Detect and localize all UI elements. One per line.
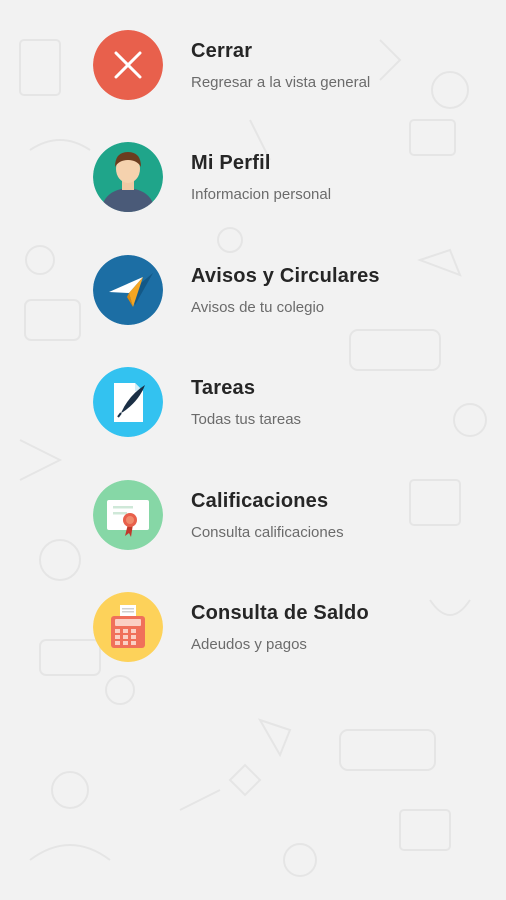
- menu-item-cerrar[interactable]: Cerrar Regresar a la vista general: [0, 30, 506, 130]
- certificate-icon: [93, 480, 163, 550]
- menu-item-consulta-saldo[interactable]: Consulta de Saldo Adeudos y pagos: [0, 592, 506, 692]
- close-icon: [93, 30, 163, 100]
- menu-item-subtitle: Regresar a la vista general: [191, 74, 371, 91]
- menu-item-title: Consulta de Saldo: [191, 602, 369, 624]
- menu-item-subtitle: Consulta calificaciones: [191, 524, 344, 541]
- menu-item-title: Tareas: [191, 377, 256, 399]
- user-profile-icon: [93, 142, 163, 212]
- menu-item-subtitle: Avisos de tu colegio: [191, 299, 325, 316]
- menu-item-mi-perfil[interactable]: Mi Perfil Informacion personal: [0, 142, 506, 242]
- menu-item-title: Avisos y Circulares: [191, 265, 380, 287]
- menu-item-subtitle: Todas tus tareas: [191, 411, 302, 428]
- navigation-menu: Cerrar Regresar a la vista general Mi Pe…: [0, 0, 506, 900]
- menu-item-title: Calificaciones: [191, 490, 329, 512]
- paper-plane-icon: [93, 255, 163, 325]
- menu-item-title: Mi Perfil: [191, 152, 271, 174]
- menu-item-subtitle: Informacion personal: [191, 186, 332, 203]
- menu-item-calificaciones[interactable]: Calificaciones Consulta calificaciones: [0, 480, 506, 580]
- menu-item-tareas[interactable]: Tareas Todas tus tareas: [0, 367, 506, 467]
- menu-item-subtitle: Adeudos y pagos: [191, 636, 307, 653]
- menu-item-avisos-circulares[interactable]: Avisos y Circulares Avisos de tu colegio: [0, 255, 506, 355]
- cash-register-icon: [93, 592, 163, 662]
- quill-document-icon: [93, 367, 163, 437]
- menu-item-title: Cerrar: [191, 40, 253, 62]
